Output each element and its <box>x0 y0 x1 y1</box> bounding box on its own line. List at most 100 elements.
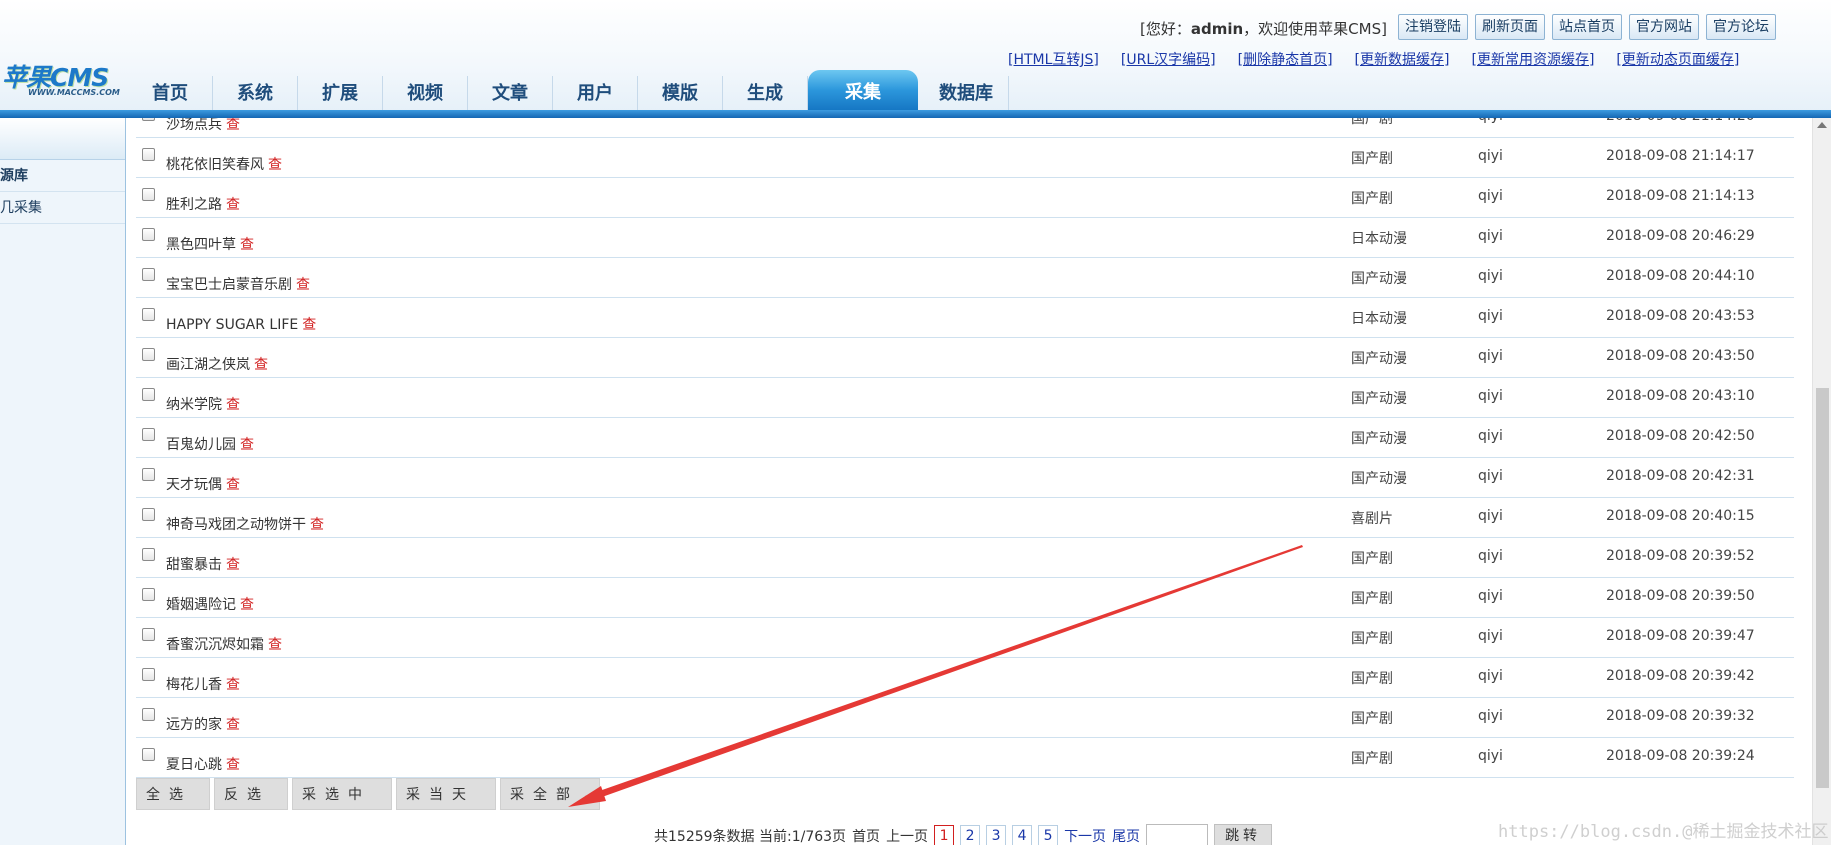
row-checkbox[interactable] <box>142 348 155 361</box>
row-checkbox[interactable] <box>142 228 155 241</box>
app-header: 苹果CMS WWW.MACCMS.COM [您好：admin，欢迎使用苹果CMS… <box>0 0 1831 118</box>
row-view-link[interactable]: 查 <box>226 477 240 493</box>
nav-generate[interactable]: 生成 <box>723 76 808 110</box>
row-title: 宝宝巴士启蒙音乐剧查 <box>166 274 310 294</box>
html-js-link[interactable]: [HTML互转JS] <box>1008 49 1099 69</box>
sidebar-item-source-library[interactable]: 源库 <box>0 160 125 192</box>
row-view-link[interactable]: 查 <box>226 197 240 213</box>
row-view-link[interactable]: 查 <box>240 437 254 453</box>
pager-next[interactable]: 下一页 <box>1064 826 1106 845</box>
logout-button[interactable]: 注销登陆 <box>1398 14 1468 40</box>
site-home-button[interactable]: 站点首页 <box>1552 14 1622 40</box>
row-checkbox[interactable] <box>142 588 155 601</box>
row-source: qiyi <box>1478 148 1503 164</box>
nav-collect[interactable]: 采集 <box>808 70 918 110</box>
row-view-link[interactable]: 查 <box>226 118 240 133</box>
row-view-link[interactable]: 查 <box>226 677 240 693</box>
table-row: 纳米学院查 国产动漫 qiyi 2018-09-08 20:43:10 <box>136 378 1794 418</box>
row-checkbox[interactable] <box>142 468 155 481</box>
nav-system[interactable]: 系统 <box>213 76 298 110</box>
row-view-link[interactable]: 查 <box>296 277 310 293</box>
row-view-link[interactable]: 查 <box>310 517 324 533</box>
row-checkbox[interactable] <box>142 708 155 721</box>
collect-selected-button[interactable]: 采选中 <box>292 778 392 810</box>
row-checkbox[interactable] <box>142 428 155 441</box>
pager-page-4[interactable]: 4 <box>1012 825 1033 845</box>
main-nav: 首页 系统 扩展 视频 文章 用户 模版 生成 采集 数据库 <box>128 70 1009 110</box>
row-view-link[interactable]: 查 <box>254 357 268 373</box>
pager-page-2[interactable]: 2 <box>960 825 981 845</box>
row-title-text: 百鬼幼儿园 <box>166 437 236 453</box>
scroll-up-arrow-icon[interactable] <box>1817 122 1827 128</box>
row-view-link[interactable]: 查 <box>268 637 282 653</box>
row-view-link[interactable]: 查 <box>240 237 254 253</box>
row-checkbox[interactable] <box>142 628 155 641</box>
invert-selection-button[interactable]: 反选 <box>214 778 288 810</box>
pager-first[interactable]: 首页 <box>852 826 880 845</box>
row-checkbox[interactable] <box>142 118 155 121</box>
url-encode-link[interactable]: [URL汉字编码] <box>1121 49 1216 69</box>
nav-database[interactable]: 数据库 <box>924 76 1009 110</box>
row-checkbox[interactable] <box>142 508 155 521</box>
row-time: 2018-09-08 20:39:24 <box>1606 748 1755 764</box>
row-type: 国产剧 <box>1351 751 1393 767</box>
nav-article[interactable]: 文章 <box>468 76 553 110</box>
row-time: 2018-09-08 21:14:20 <box>1606 118 1755 124</box>
delete-static-home-link[interactable]: [删除静态首页] <box>1238 49 1333 69</box>
row-source: qiyi <box>1478 748 1503 764</box>
row-view-link[interactable]: 查 <box>302 317 316 333</box>
row-title-text: 天才玩偶 <box>166 477 222 493</box>
pager-last[interactable]: 尾页 <box>1112 826 1140 845</box>
update-dynamic-cache-link[interactable]: [更新动态页面缓存] <box>1616 49 1739 69</box>
update-resource-cache-link[interactable]: [更新常用资源缓存] <box>1471 49 1594 69</box>
row-title: 梅花儿香查 <box>166 674 240 694</box>
nav-video[interactable]: 视频 <box>383 76 468 110</box>
table-row: 胜利之路查 国产剧 qiyi 2018-09-08 21:14:13 <box>136 178 1794 218</box>
row-checkbox[interactable] <box>142 188 155 201</box>
row-view-link[interactable]: 查 <box>226 757 240 773</box>
nav-template[interactable]: 模版 <box>638 76 723 110</box>
collect-today-button[interactable]: 采当天 <box>396 778 496 810</box>
pager-page-1[interactable]: 1 <box>934 825 955 845</box>
page-jump-input[interactable] <box>1146 824 1209 845</box>
row-checkbox[interactable] <box>142 268 155 281</box>
pager-page-3[interactable]: 3 <box>986 825 1007 845</box>
sidebar-item-collect[interactable]: 几采集 <box>0 192 125 224</box>
logo: 苹果CMS WWW.MACCMS.COM <box>0 54 130 104</box>
row-checkbox[interactable] <box>142 388 155 401</box>
row-checkbox[interactable] <box>142 548 155 561</box>
row-checkbox[interactable] <box>142 148 155 161</box>
row-source: qiyi <box>1478 118 1503 124</box>
collect-all-button[interactable]: 采全部 <box>500 778 600 810</box>
official-forum-button[interactable]: 官方论坛 <box>1706 14 1776 40</box>
nav-home[interactable]: 首页 <box>128 76 213 110</box>
nav-user[interactable]: 用户 <box>553 76 638 110</box>
row-source: qiyi <box>1478 268 1503 284</box>
row-checkbox[interactable] <box>142 308 155 321</box>
row-view-link[interactable]: 查 <box>268 157 282 173</box>
update-data-cache-link[interactable]: [更新数据缓存] <box>1355 49 1450 69</box>
nav-extend[interactable]: 扩展 <box>298 76 383 110</box>
row-time: 2018-09-08 20:44:10 <box>1606 268 1755 284</box>
row-checkbox[interactable] <box>142 748 155 761</box>
row-checkbox[interactable] <box>142 668 155 681</box>
page-jump-button[interactable]: 跳转 <box>1214 824 1273 845</box>
refresh-button[interactable]: 刷新页面 <box>1475 14 1545 40</box>
row-type: 国产剧 <box>1351 671 1393 687</box>
select-all-button[interactable]: 全选 <box>136 778 210 810</box>
row-type: 喜剧片 <box>1351 511 1393 527</box>
sidebar-header <box>0 118 125 160</box>
row-title: 百鬼幼儿园查 <box>166 434 254 454</box>
row-view-link[interactable]: 查 <box>226 717 240 733</box>
pager-page-5[interactable]: 5 <box>1038 825 1059 845</box>
scroll-thumb[interactable] <box>1816 388 1829 788</box>
row-time: 2018-09-08 20:46:29 <box>1606 228 1755 244</box>
row-view-link[interactable]: 查 <box>226 557 240 573</box>
row-view-link[interactable]: 查 <box>226 397 240 413</box>
scrollbar[interactable] <box>1812 118 1831 845</box>
row-title-text: 沙场点兵 <box>166 118 222 133</box>
official-site-button[interactable]: 官方网站 <box>1629 14 1699 40</box>
pager-summary: 共15259条数据 当前:1/763页 <box>654 829 847 845</box>
row-view-link[interactable]: 查 <box>240 597 254 613</box>
pager-prev[interactable]: 上一页 <box>886 826 928 845</box>
